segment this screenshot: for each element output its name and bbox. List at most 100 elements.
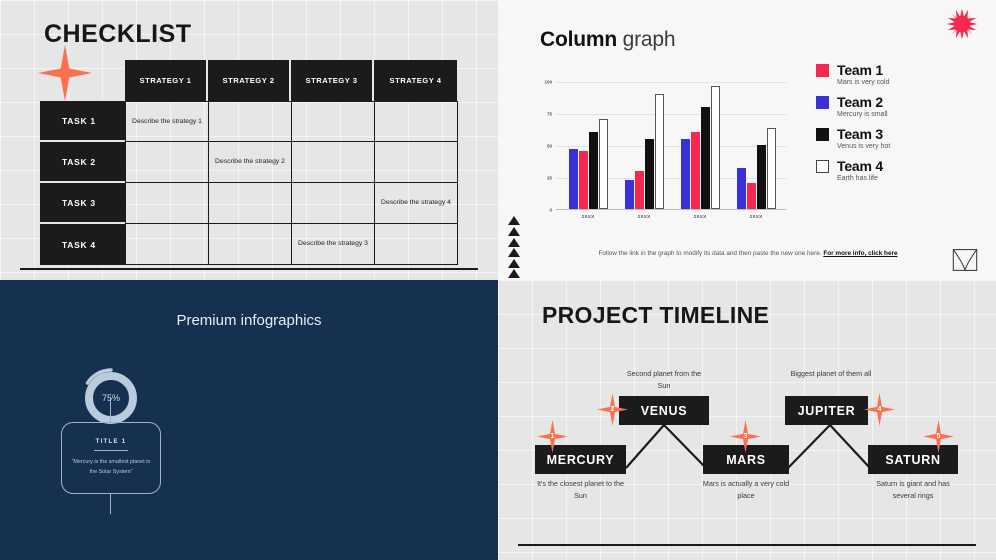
title-bold: Column <box>540 28 617 51</box>
bar-t2 <box>624 179 634 209</box>
table-cell[interactable]: Describe the strategy 1 <box>126 101 209 142</box>
table-cell[interactable] <box>126 224 209 265</box>
table-row: TASK 4 Describe the strategy 3 <box>40 224 458 265</box>
legend-description: Mars is very cold <box>837 79 890 86</box>
y-tick-label: 100 <box>544 79 552 85</box>
table-cell[interactable] <box>292 142 375 183</box>
info-card-title: TITLE 1 <box>95 439 127 446</box>
node-caption-mercury: It's the closest planet to the Sun <box>537 479 624 500</box>
chart-footnote: Follow the link in the graph to modify i… <box>558 250 938 257</box>
y-tick-label: 0 <box>549 207 552 213</box>
bar-t2 <box>680 138 690 209</box>
y-tick-label: 50 <box>546 143 552 149</box>
timeline-badge-4: 4 <box>864 393 895 426</box>
table-cell[interactable] <box>375 224 458 265</box>
badge-number: 4 <box>877 406 882 413</box>
column-header: STRATEGY 1 <box>125 60 208 101</box>
bar-group <box>680 86 720 209</box>
badge-number: 5 <box>936 433 941 440</box>
slide-thumbnail-grid: CHECKLIST STRATEGY 1 STRATEGY 2 STRATEGY… <box>0 0 996 560</box>
checklist-table: STRATEGY 1 STRATEGY 2 STRATEGY 3 STRATEG… <box>40 60 458 265</box>
triangle-icon <box>508 216 520 226</box>
table-cell[interactable] <box>292 101 375 142</box>
row-label: TASK 4 <box>40 224 125 265</box>
legend-description: Earth has life <box>837 175 878 182</box>
node-caption-venus: Second planet from the Sun <box>626 369 702 390</box>
bar-t3 <box>756 145 766 209</box>
bar-t4 <box>766 128 776 209</box>
table-cell[interactable] <box>126 183 209 224</box>
bar-t1 <box>578 151 588 209</box>
triangle-icon <box>508 258 520 268</box>
timeline-badge-1: 1 <box>537 420 568 453</box>
bar-t2 <box>736 168 746 209</box>
slide-project-timeline[interactable]: PROJECT TIMELINE Second planet from the … <box>498 280 996 560</box>
timeline-node-jupiter[interactable]: JUPITER <box>785 396 868 425</box>
legend-item[interactable]: Team 2 Mercury is small <box>816 94 966 118</box>
legend-swatch-icon <box>816 127 829 141</box>
table-cell[interactable] <box>375 142 458 183</box>
table-row: TASK 3 Describe the strategy 4 <box>40 183 458 224</box>
bar-t3 <box>700 106 710 209</box>
table-cell[interactable]: Describe the strategy 4 <box>375 183 458 224</box>
bar-t1 <box>634 170 644 209</box>
timeline-badge-5: 5 <box>923 420 954 453</box>
badge-number: 1 <box>550 433 555 440</box>
table-cell[interactable] <box>375 101 458 142</box>
legend-swatch-icon <box>816 159 829 173</box>
triangle-icon <box>508 248 520 258</box>
table-cell[interactable]: Describe the strategy 2 <box>209 142 292 183</box>
badge-number: 2 <box>610 406 615 413</box>
legend-label: Team 4 <box>837 158 884 174</box>
column-header: STRATEGY 2 <box>208 60 291 101</box>
page-title: Premium infographics <box>176 312 322 329</box>
legend-item[interactable]: Team 4 Earth has life <box>816 158 966 182</box>
table-cell[interactable] <box>209 224 292 265</box>
divider <box>94 450 128 452</box>
triangle-decoration <box>508 215 520 280</box>
node-caption-jupiter: Biggest planet of them all <box>790 369 872 378</box>
row-label: TASK 2 <box>40 142 125 183</box>
bar-chart: 100 75 50 25 0 2XXX 2XXX 2XXX 2XXX <box>544 80 786 219</box>
bar-group-container <box>560 82 784 209</box>
page-title: Column graph <box>540 28 676 52</box>
footnote-text: Follow the link in the graph to modify i… <box>598 250 824 257</box>
x-tick-label: 2XXX <box>693 214 707 219</box>
table-cell[interactable] <box>292 183 375 224</box>
legend-label: Team 1 <box>837 62 884 78</box>
legend-swatch-icon <box>816 95 829 109</box>
more-info-link[interactable]: For more info, click here <box>823 250 897 257</box>
bar-t4 <box>654 93 664 209</box>
bar-group <box>624 93 664 209</box>
triangle-icon <box>508 227 520 237</box>
title-light: graph <box>616 28 676 51</box>
slide-column-graph[interactable]: Column graph 100 75 50 25 0 2XXX 2XXX 2X… <box>498 0 996 280</box>
triangle-icon <box>508 269 520 279</box>
legend-description: Mercury is small <box>837 111 888 118</box>
page-title: CHECKLIST <box>44 20 192 48</box>
chart-legend: Team 1 Mars is very cold Team 2 Mercury … <box>816 62 966 190</box>
table-row: TASK 1 Describe the strategy 1 <box>40 101 458 142</box>
bar-t1 <box>746 183 756 209</box>
y-tick-label: 25 <box>546 175 552 181</box>
legend-item[interactable]: Team 3 Venus is very hot <box>816 126 966 150</box>
timeline-node-venus[interactable]: VENUS <box>619 396 709 425</box>
table-cell[interactable]: Describe the strategy 3 <box>292 224 375 265</box>
slide-premium-infographics[interactable]: Premium infographics 75% TITLE 1 “Mercur… <box>0 280 498 560</box>
column-header: STRATEGY 3 <box>291 60 374 101</box>
x-tick-label: 2XXX <box>637 214 651 219</box>
info-card-body: “Mercury is the smallest planet in the S… <box>71 459 151 475</box>
info-card[interactable]: TITLE 1 “Mercury is the smallest planet … <box>61 422 161 494</box>
bar-t3 <box>644 138 654 209</box>
table-cell[interactable] <box>126 142 209 183</box>
slide-checklist[interactable]: CHECKLIST STRATEGY 1 STRATEGY 2 STRATEGY… <box>0 0 498 280</box>
legend-item[interactable]: Team 1 Mars is very cold <box>816 62 966 86</box>
table-header-row: STRATEGY 1 STRATEGY 2 STRATEGY 3 STRATEG… <box>40 60 458 101</box>
table-cell[interactable] <box>209 101 292 142</box>
bar-t3 <box>588 132 598 209</box>
node-caption-mars: Mars is actually a very cold place <box>702 479 790 500</box>
table-cell[interactable] <box>209 183 292 224</box>
divider <box>20 267 478 270</box>
triangle-icon <box>508 237 520 247</box>
timeline-badge-3: 3 <box>730 420 761 453</box>
